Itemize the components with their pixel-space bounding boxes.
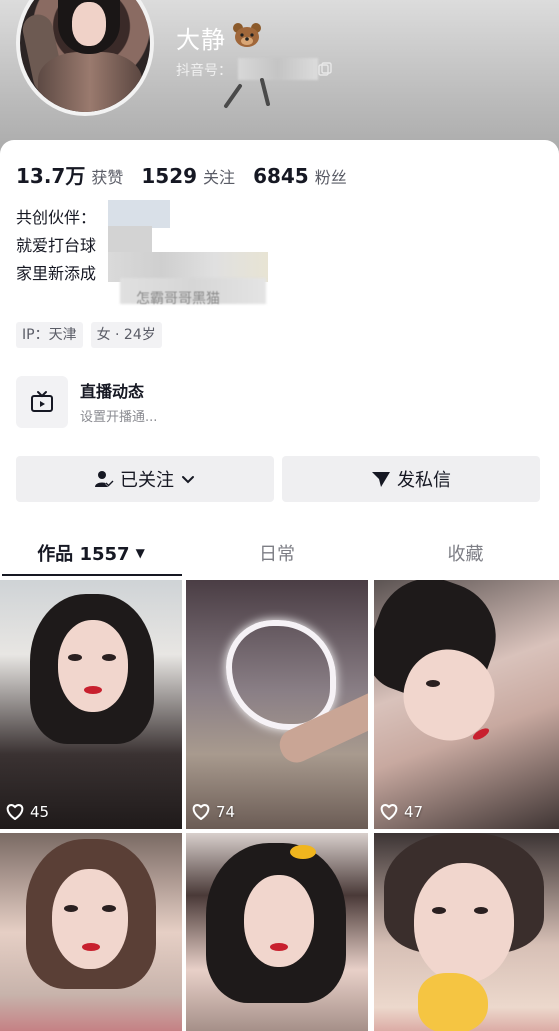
bio-blur-mask [108, 200, 170, 228]
thumb-eye [68, 654, 82, 661]
thumb-eye [474, 907, 488, 914]
thumb-sticker [290, 845, 316, 859]
live-title: 直播动态 [80, 382, 145, 401]
following-button-label: 已关注 [120, 470, 174, 491]
stat-following-label: 关注 [203, 168, 236, 187]
heart-icon [380, 804, 398, 820]
tag-gender-age: 女 · 24岁 [90, 322, 162, 348]
profile-card: 13.7万 获赞 1529 关注 6845 粉丝 共创伙伴： 就爱打台球 家里新… [0, 140, 559, 1031]
thumb-eye [426, 680, 440, 687]
stat-likes-value: 13.7万 [16, 164, 86, 188]
following-button[interactable]: 已关注 [16, 456, 274, 502]
video-thumbnail[interactable]: 47 [374, 580, 559, 829]
video-likes: 47 [380, 803, 423, 821]
profile-tags: IP：天津 女 · 24岁 [16, 322, 170, 348]
send-icon [372, 472, 390, 487]
thumb-eye [102, 654, 116, 661]
thumb-mirror [226, 620, 336, 730]
nickname: 大静 [176, 26, 226, 54]
video-likes: 74 [192, 803, 235, 821]
stats-row: 13.7万 获赞 1529 关注 6845 粉丝 [16, 160, 365, 189]
thumb-face [58, 620, 128, 712]
tab-active-indicator [2, 574, 182, 576]
video-likes-count: 45 [30, 803, 50, 821]
stat-following-value: 1529 [141, 164, 198, 188]
video-likes-count: 74 [216, 803, 236, 821]
tab-daily[interactable]: 日常 [186, 530, 368, 576]
heart-icon [6, 804, 24, 820]
bear-face-icon [233, 23, 261, 47]
user-check-icon [95, 471, 114, 488]
tab-favorites-label: 收藏 [447, 544, 484, 565]
thumb-lips [84, 686, 102, 694]
caret-down-icon: ▼ [135, 546, 145, 560]
tag-ip-location: IP：天津 [16, 322, 83, 348]
decorative-stroke-icon [224, 78, 270, 108]
stat-followers[interactable]: 6845 粉丝 [253, 164, 347, 188]
avatar[interactable] [16, 0, 154, 116]
stat-followers-value: 6845 [253, 164, 309, 188]
bio-blur-mask [108, 226, 152, 254]
video-thumbnail[interactable]: 74 [186, 580, 368, 829]
thumb-lips [82, 943, 100, 951]
content-tabs: 作品 1557 ▼ 日常 收藏 [0, 530, 559, 576]
thumb-lips [270, 943, 288, 951]
video-thumbnail[interactable] [0, 833, 182, 1031]
video-likes: 45 [6, 803, 49, 821]
stat-followers-label: 粉丝 [314, 168, 347, 187]
tab-daily-label: 日常 [259, 544, 295, 565]
avatar-body [38, 52, 142, 112]
tab-works[interactable]: 作品 1557 ▼ [0, 530, 182, 576]
waving-hand-sticker [418, 973, 488, 1031]
stat-following[interactable]: 1529 关注 [141, 164, 235, 188]
live-subtitle: 设置开播通... [80, 410, 158, 425]
video-thumbnail[interactable]: 45 [0, 580, 182, 829]
video-thumbnail[interactable] [186, 833, 368, 1031]
thumb-eye [64, 905, 78, 912]
heart-icon [192, 804, 210, 820]
tv-icon [31, 391, 53, 412]
send-message-label: 发私信 [397, 470, 451, 491]
thumb-face [244, 875, 314, 967]
thumb-face [414, 863, 514, 983]
thumb-eye [102, 905, 116, 912]
bio-tail-text: 怎霸哥哥黑猫 [136, 291, 220, 307]
video-thumbnail[interactable] [374, 833, 559, 1031]
tab-works-label: 作品 1557 [37, 544, 130, 565]
live-feed-entry[interactable]: 直播动态 设置开播通... [16, 374, 316, 432]
copy-icon[interactable] [318, 62, 332, 76]
send-message-button[interactable]: 发私信 [282, 456, 540, 502]
tab-favorites[interactable]: 收藏 [372, 530, 559, 576]
avatar-face [72, 2, 106, 46]
chevron-down-icon [182, 476, 194, 484]
thumb-face [52, 869, 128, 969]
thumb-eye [432, 907, 446, 914]
live-icon-box [16, 376, 68, 428]
video-likes-count: 47 [404, 803, 424, 821]
profile-header: 大静 抖音号： [0, 0, 559, 160]
stat-likes[interactable]: 13.7万 获赞 [16, 160, 123, 189]
stat-likes-label: 获赞 [91, 168, 124, 187]
